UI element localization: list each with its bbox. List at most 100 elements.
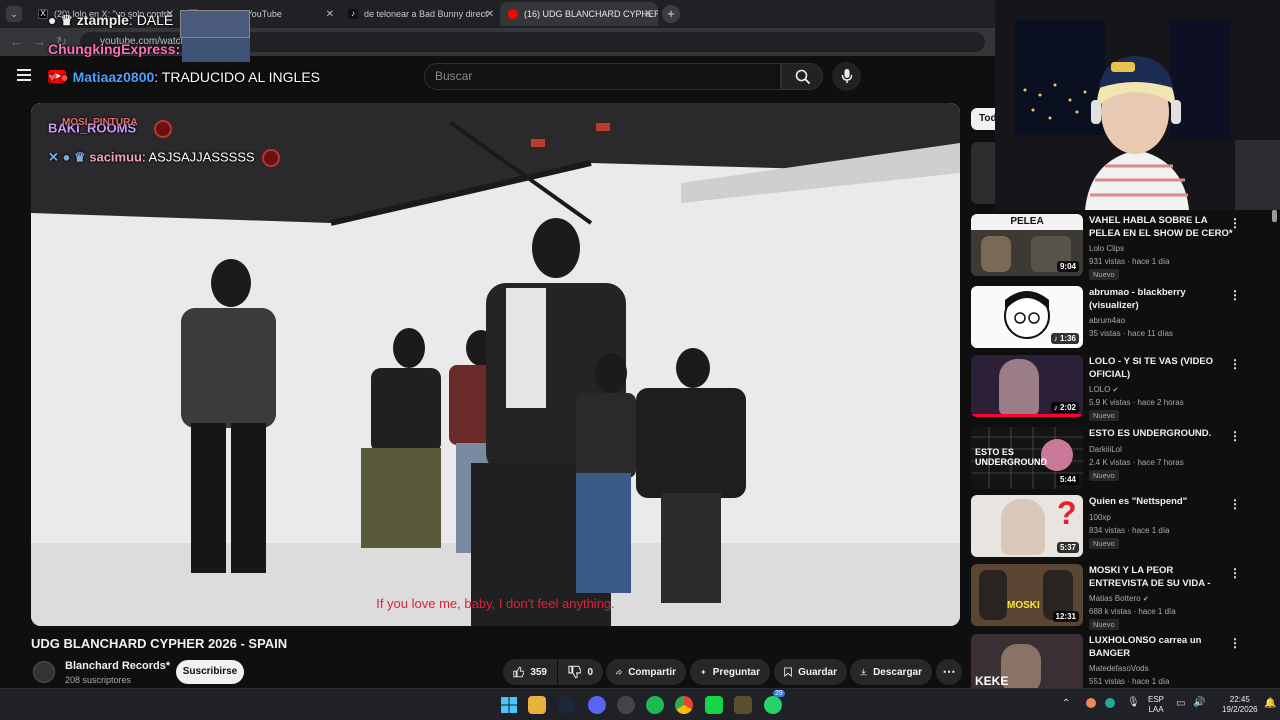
video-title[interactable]: LOLO - Y SI TE VAS (VIDEO OFICIAL) [1089,355,1234,381]
recommendation-item[interactable]: ♪ 1:36 abrumao - blackberry (visualizer)… [971,286,1271,351]
close-icon[interactable]: ✕ [486,9,494,20]
search-input[interactable]: Buscar [424,63,781,90]
more-actions-button[interactable]: ⋯ [936,659,962,685]
forward-arrow-icon[interactable]: → [33,34,46,49]
video-title[interactable]: LUXHOLONSO carrea un BANGER [1089,634,1234,660]
language-indicator[interactable]: ESP LAA [1148,695,1164,715]
chat-username: ztample [76,12,129,28]
volume-icon[interactable]: 🔊 [1193,697,1205,708]
video-duration: 9:04 [1056,261,1079,272]
ask-button[interactable]: Preguntar [690,659,770,685]
discord-icon[interactable] [588,696,606,714]
channel-avatar[interactable] [33,661,55,683]
steam-icon[interactable] [557,696,575,714]
like-count: 359 [530,666,547,678]
more-vertical-icon[interactable]: ⋮ [1229,216,1241,230]
video-title[interactable]: abrumao - blackberry (visualizer) [1089,286,1234,312]
sidebar-scrollbar[interactable] [1272,210,1277,222]
share-button[interactable]: Compartir [606,659,686,685]
spotify-icon[interactable] [646,696,664,714]
close-icon[interactable]: ✕ [644,9,652,20]
chat-text: : TRADUCIDO AL INGLES [154,69,320,85]
tray-app-icon[interactable] [1086,698,1096,708]
recommendation-item[interactable]: ♪ 2:02 LOLO - Y SI TE VAS (VIDEO OFICIAL… [971,355,1271,421]
recommendation-item[interactable]: KEKE LUXHOLONSO carrea un BANGER Matedef… [971,634,1271,688]
channel-label: Matias Bottero [1089,594,1141,603]
dislike-button[interactable]: 0 [558,659,603,685]
more-vertical-icon[interactable]: ⋮ [1229,357,1241,371]
video-title[interactable]: MOSKI Y LA PEOR ENTREVISTA DE SU VIDA - … [1089,564,1234,590]
channel-name[interactable]: LOLO ✔ [1089,383,1118,397]
video-duration: ♪ 2:02 [1050,402,1079,413]
thumbnail-figure [981,236,1011,272]
system-clock[interactable]: 22:45 19/2/2026 [1222,695,1258,715]
chat-badge-icon: ● ♛ [48,12,77,28]
file-explorer-icon[interactable] [528,696,546,714]
channel-name[interactable]: abrum4ao [1089,314,1125,327]
browser-tab-active[interactable]: (16) UDG BLANCHARD CYPHER ✕ [500,2,658,26]
more-vertical-icon[interactable]: ⋮ [1229,497,1241,511]
windows-start-icon[interactable] [500,696,518,714]
new-badge: Nuevo [1089,538,1119,549]
more-vertical-icon[interactable]: ⋮ [1229,566,1241,580]
search-button[interactable] [781,63,823,90]
thumbs-down-icon [568,665,582,679]
more-vertical-icon[interactable]: ⋮ [1229,636,1241,650]
network-icon[interactable]: ▭ [1176,698,1185,709]
video-thumbnail[interactable]: ? 5:37 [971,495,1083,557]
channel-subscriber-count: 208 suscriptores [65,675,132,685]
voice-search-button[interactable] [832,62,861,91]
partial-thumbnail[interactable] [971,142,995,204]
video-thumbnail[interactable]: ESTO ES UNDERGROUND 5:44 [971,427,1083,489]
windows-taskbar: 29 ⌃ 🎙 ESP LAA ▭ 🔊 22:45 19/2/2026 🔔 [0,688,1280,720]
whatsapp-icon[interactable]: 29 [764,690,785,714]
channel-name[interactable]: 100xp [1089,511,1111,524]
video-title[interactable]: VAHEL HABLA SOBRE LA PELEA EN EL SHOW DE… [1089,214,1234,240]
download-button[interactable]: Descargar [850,659,932,685]
video-thumbnail[interactable]: PELEA 9:04 [971,214,1083,276]
recommendation-item[interactable]: PELEA 9:04 VAHEL HABLA SOBRE LA PELEA EN… [971,214,1271,280]
video-thumbnail[interactable]: KEKE [971,634,1083,688]
tray-app-icon[interactable] [1105,698,1115,708]
video-title[interactable]: Quien es "Nettspend" [1089,495,1234,508]
video-thumbnail[interactable]: ♪ 2:02 [971,355,1083,417]
channel-name[interactable]: DarkiiiLol [1089,443,1122,456]
close-icon[interactable]: ✕ [326,9,334,20]
tray-chevron-up-icon[interactable]: ⌃ [1062,698,1070,709]
video-player[interactable]: If you love me, baby, I don't feel anyth… [31,103,960,626]
recommendation-item[interactable]: ESTO ES UNDERGROUND 5:44 ESTO ES UNDERGR… [971,427,1271,492]
hamburger-menu-icon[interactable] [17,69,31,81]
save-button[interactable]: Guardar [774,659,847,685]
more-horizontal-icon: ⋯ [942,664,956,679]
subscribe-button[interactable]: Suscribirse [176,660,244,684]
browser-tab-tiktok[interactable]: ♪ de telonear a Bad Bunny direct ✕ [340,2,500,26]
chrome-icon[interactable] [675,696,693,714]
chat-message-1: ● ♛ ztample: DALE [48,12,173,29]
chat-emote-image [182,38,250,62]
thumbnail-caption: ESTO ES UNDERGROUND [975,447,1047,467]
thumbnail-caption: PELEA [971,214,1083,230]
back-arrow-icon[interactable]: ← [10,34,23,49]
tab-search-icon[interactable]: ⌄ [6,6,22,22]
channel-name[interactable]: Matias Bottero ✔ [1089,592,1149,606]
channel-name[interactable]: MatedefasoVods [1089,662,1149,675]
app-icon[interactable] [734,696,752,714]
obs-icon[interactable] [617,696,635,714]
channel-name[interactable]: Lolo Clips [1089,242,1124,255]
recommendation-item[interactable]: ? 5:37 Quien es "Nettspend" 100xp 834 vi… [971,495,1271,560]
more-vertical-icon[interactable]: ⋮ [1229,288,1241,302]
channel-name[interactable]: Blanchard Records* [65,660,170,672]
more-vertical-icon[interactable]: ⋮ [1229,429,1241,443]
notification-bell-icon[interactable]: 🔔 [1264,698,1276,709]
recommendation-item[interactable]: MOSKI 12:31 MOSKI Y LA PEOR ENTREVISTA D… [971,564,1271,630]
chat-badges-icon: ♥ ● [48,69,73,85]
like-button[interactable]: 359 [503,659,557,685]
new-tab-button[interactable]: + [662,5,680,23]
chat-username: sacimuu [89,149,142,165]
kick-icon[interactable] [705,696,723,714]
video-title[interactable]: ESTO ES UNDERGROUND. [1089,427,1234,440]
video-thumbnail[interactable]: MOSKI 12:31 [971,564,1083,626]
chat-emote-image [180,10,250,38]
video-thumbnail[interactable]: ♪ 1:36 [971,286,1083,348]
tray-microphone-icon[interactable]: 🎙 [1127,697,1140,708]
